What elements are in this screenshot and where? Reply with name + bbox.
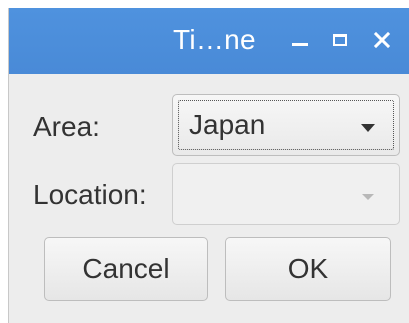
area-label: Area: xyxy=(33,111,100,142)
cancel-button[interactable]: Cancel xyxy=(44,237,208,301)
chevron-down-icon xyxy=(362,194,374,200)
window-title: Ti…ne xyxy=(173,24,256,55)
area-dropdown-value: Japan xyxy=(189,109,266,140)
chevron-down-icon xyxy=(361,124,375,132)
area-dropdown[interactable]: Japan xyxy=(172,94,400,156)
ok-button[interactable]: OK xyxy=(225,237,391,301)
maximize-button[interactable] xyxy=(325,23,355,57)
location-dropdown[interactable] xyxy=(172,163,400,225)
minimize-button[interactable] xyxy=(285,23,315,57)
title-bar[interactable]: Ti…ne xyxy=(9,8,409,74)
close-icon xyxy=(373,31,391,49)
location-label: Location: xyxy=(33,179,147,210)
minimize-icon xyxy=(292,43,308,46)
close-button[interactable] xyxy=(367,23,397,57)
maximize-icon xyxy=(333,34,347,46)
dialog-window: Ti…ne Area: Japan Location: Cancel OK xyxy=(8,8,409,323)
